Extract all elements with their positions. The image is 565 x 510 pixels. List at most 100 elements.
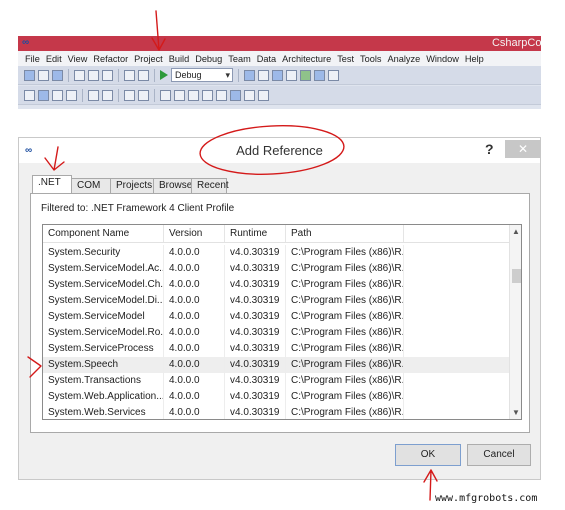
editor-tool-icon[interactable]: [38, 89, 49, 101]
path-cell: C:\Program Files (x86)\R...: [286, 261, 404, 277]
component-name-cell: System.ServiceModel.Di...: [43, 293, 164, 309]
runtime-cell: v4.0.30319: [225, 309, 286, 325]
tab-projects[interactable]: Projects: [110, 178, 154, 193]
column-header-component-name[interactable]: Component Name: [43, 225, 164, 242]
redo-icon[interactable]: [138, 69, 149, 81]
save-all-icon[interactable]: [52, 69, 63, 81]
tab-dotnet[interactable]: .NET: [32, 175, 72, 193]
menu-help[interactable]: Help: [462, 54, 487, 64]
menu-team[interactable]: Team: [225, 54, 253, 64]
runtime-cell: v4.0.30319: [225, 245, 286, 261]
menu-data[interactable]: Data: [254, 54, 279, 64]
column-header-runtime[interactable]: Runtime: [225, 225, 286, 242]
bookmark-icon[interactable]: [202, 89, 213, 101]
menu-edit[interactable]: Edit: [43, 54, 65, 64]
start-page-icon[interactable]: [314, 69, 325, 81]
table-row[interactable]: System.Transactions 4.0.0.0 v4.0.30319 C:\P…: [43, 373, 509, 389]
new-project-icon[interactable]: [24, 69, 35, 81]
scrollbar-thumb[interactable]: [512, 269, 521, 283]
increase-indent-icon[interactable]: [102, 89, 113, 101]
decrease-indent-icon[interactable]: [88, 89, 99, 101]
find-in-files-icon[interactable]: [244, 69, 255, 81]
help-button[interactable]: ?: [485, 141, 494, 157]
properties-icon[interactable]: [272, 69, 283, 81]
component-name-cell: System.ServiceModel.Ac...: [43, 261, 164, 277]
bookmark-icon[interactable]: [160, 89, 171, 101]
menu-debug[interactable]: Debug: [192, 54, 225, 64]
bookmark-icon[interactable]: [174, 89, 185, 101]
column-header-path[interactable]: Path: [286, 225, 404, 242]
toolbar-separator: [118, 88, 119, 102]
table-row[interactable]: System.Security 4.0.0.0 v4.0.30319 C:\Progr…: [43, 245, 509, 261]
runtime-cell: v4.0.30319: [225, 277, 286, 293]
object-browser-icon[interactable]: [286, 69, 297, 81]
version-cell: 4.0.0.0: [164, 309, 225, 325]
ok-button[interactable]: OK: [395, 444, 461, 466]
menu-tools[interactable]: Tools: [357, 54, 384, 64]
menu-build[interactable]: Build: [166, 54, 192, 64]
scroll-down-icon[interactable]: ▼: [512, 408, 520, 417]
solution-explorer-icon[interactable]: [258, 69, 269, 81]
runtime-cell: v4.0.30319: [225, 373, 286, 389]
dotnet-tab-panel: Filtered to: .NET Framework 4 Client Pro…: [30, 193, 530, 433]
menu-project[interactable]: Project: [131, 54, 166, 64]
menu-view[interactable]: View: [65, 54, 91, 64]
paste-icon[interactable]: [102, 69, 113, 81]
path-cell: C:\Program Files (x86)\R...: [286, 245, 404, 261]
vs-window-title: CsharpCoc: [491, 37, 541, 49]
component-name-cell: System.ServiceProcess: [43, 341, 164, 357]
editor-tool-icon[interactable]: [24, 89, 35, 101]
start-debugging-icon[interactable]: [160, 70, 168, 80]
path-cell: C:\Program Files (x86)\R...: [286, 293, 404, 309]
path-cell: C:\Program Files (x86)\R...: [286, 341, 404, 357]
undo-icon[interactable]: [124, 69, 135, 81]
menu-window[interactable]: Window: [423, 54, 462, 64]
toolbar-options-icon[interactable]: [258, 89, 269, 101]
table-row[interactable]: System.Speech 4.0.0.0 v4.0.30319 C:\Program…: [43, 357, 509, 373]
table-row[interactable]: System.ServiceModel.Ch... 4.0.0.0 v4.0.303…: [43, 277, 509, 293]
table-row[interactable]: System.Web.Application... 4.0.0.0 v4.0.303…: [43, 389, 509, 405]
copy-icon[interactable]: [88, 69, 99, 81]
solution-configuration-combo[interactable]: Debug: [171, 68, 233, 82]
toolbox-icon[interactable]: [300, 69, 311, 81]
dialog-title: Add Reference: [236, 143, 323, 158]
menu-test[interactable]: Test: [334, 54, 357, 64]
table-row[interactable]: System.ServiceModel.Ro... 4.0.0.0 v4.0.303…: [43, 325, 509, 341]
reference-tabs: .NET COM Projects Browse Recent: [32, 175, 229, 193]
uncomment-icon[interactable]: [138, 89, 149, 101]
bookmark-icon[interactable]: [188, 89, 199, 101]
table-row[interactable]: System.Web.Services 4.0.0.0 v4.0.30319 C:\P…: [43, 405, 509, 419]
component-name-cell: System.Security: [43, 245, 164, 261]
cut-icon[interactable]: [74, 69, 85, 81]
close-button[interactable]: ✕: [505, 140, 541, 158]
table-row[interactable]: System.ServiceModel 4.0.0.0 v4.0.30319 C:\P…: [43, 309, 509, 325]
table-row[interactable]: System.ServiceModel.Di... 4.0.0.0 v4.0.303…: [43, 293, 509, 309]
bookmark-icon[interactable]: [244, 89, 255, 101]
cancel-button[interactable]: Cancel: [467, 444, 531, 466]
vs-menu-bar: File Edit View Refactor Project Build De…: [18, 51, 541, 66]
editor-tool-icon[interactable]: [66, 89, 77, 101]
version-cell: 4.0.0.0: [164, 405, 225, 419]
tab-com[interactable]: COM: [71, 178, 111, 193]
list-header: Component Name Version Runtime Path: [43, 225, 509, 243]
editor-tool-icon[interactable]: [52, 89, 63, 101]
tab-recent[interactable]: Recent: [191, 178, 229, 193]
tab-browse[interactable]: Browse: [153, 178, 192, 193]
toolbar-options-icon[interactable]: [328, 69, 339, 81]
bookmark-icon[interactable]: [230, 89, 241, 101]
menu-refactor[interactable]: Refactor: [90, 54, 131, 64]
version-cell: 4.0.0.0: [164, 357, 225, 373]
visual-studio-window: ∞ CsharpCoc File Edit View Refactor Proj…: [18, 36, 541, 109]
column-header-version[interactable]: Version: [164, 225, 225, 242]
table-row[interactable]: System.ServiceProcess 4.0.0.0 v4.0.30319 C:…: [43, 341, 509, 357]
comment-icon[interactable]: [124, 89, 135, 101]
list-vertical-scrollbar[interactable]: ▲ ▼: [509, 225, 521, 419]
bookmark-icon[interactable]: [216, 89, 227, 101]
menu-analyze[interactable]: Analyze: [385, 54, 424, 64]
path-cell: C:\Program Files (x86)\R...: [286, 309, 404, 325]
table-row[interactable]: System.ServiceModel.Ac... 4.0.0.0 v4.0.303…: [43, 261, 509, 277]
save-icon[interactable]: [38, 69, 49, 81]
menu-file[interactable]: File: [22, 54, 43, 64]
scroll-up-icon[interactable]: ▲: [512, 227, 520, 236]
menu-architecture[interactable]: Architecture: [279, 54, 334, 64]
